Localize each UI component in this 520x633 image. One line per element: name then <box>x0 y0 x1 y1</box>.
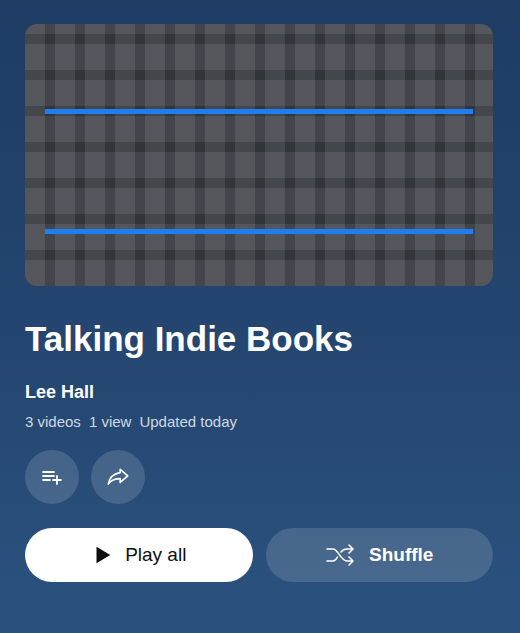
play-buttons: Play all Shuffle <box>25 528 493 582</box>
play-button[interactable]: Play all <box>25 528 253 582</box>
stat-text: 1 view <box>89 413 132 430</box>
playlist-stats: 3 videos 1 view Updated today <box>25 413 493 430</box>
button-label: Play all <box>125 544 186 566</box>
thumbnail-line <box>45 229 473 234</box>
playlist-add-icon <box>40 465 64 489</box>
button-label: Shuffle <box>369 544 433 566</box>
share-button[interactable] <box>91 450 145 504</box>
thumbnail-line <box>45 109 473 114</box>
share-icon <box>105 464 131 490</box>
shuffle-icon <box>325 543 357 567</box>
playlist-thumbnail[interactable] <box>25 24 493 286</box>
stat-text: Updated today <box>139 413 237 430</box>
stat-text: 3 videos <box>25 413 81 430</box>
channel-name[interactable]: Lee Hall <box>25 382 493 403</box>
shuffle-button[interactable]: Shuffle <box>266 528 494 582</box>
play-icon <box>91 544 113 566</box>
action-icons <box>25 450 493 504</box>
save-playlist-button[interactable] <box>25 450 79 504</box>
playlist-title: Talking Indie Books <box>25 318 493 360</box>
playlist-header: Talking Indie Books Lee Hall 3 videos 1 v… <box>0 0 520 633</box>
